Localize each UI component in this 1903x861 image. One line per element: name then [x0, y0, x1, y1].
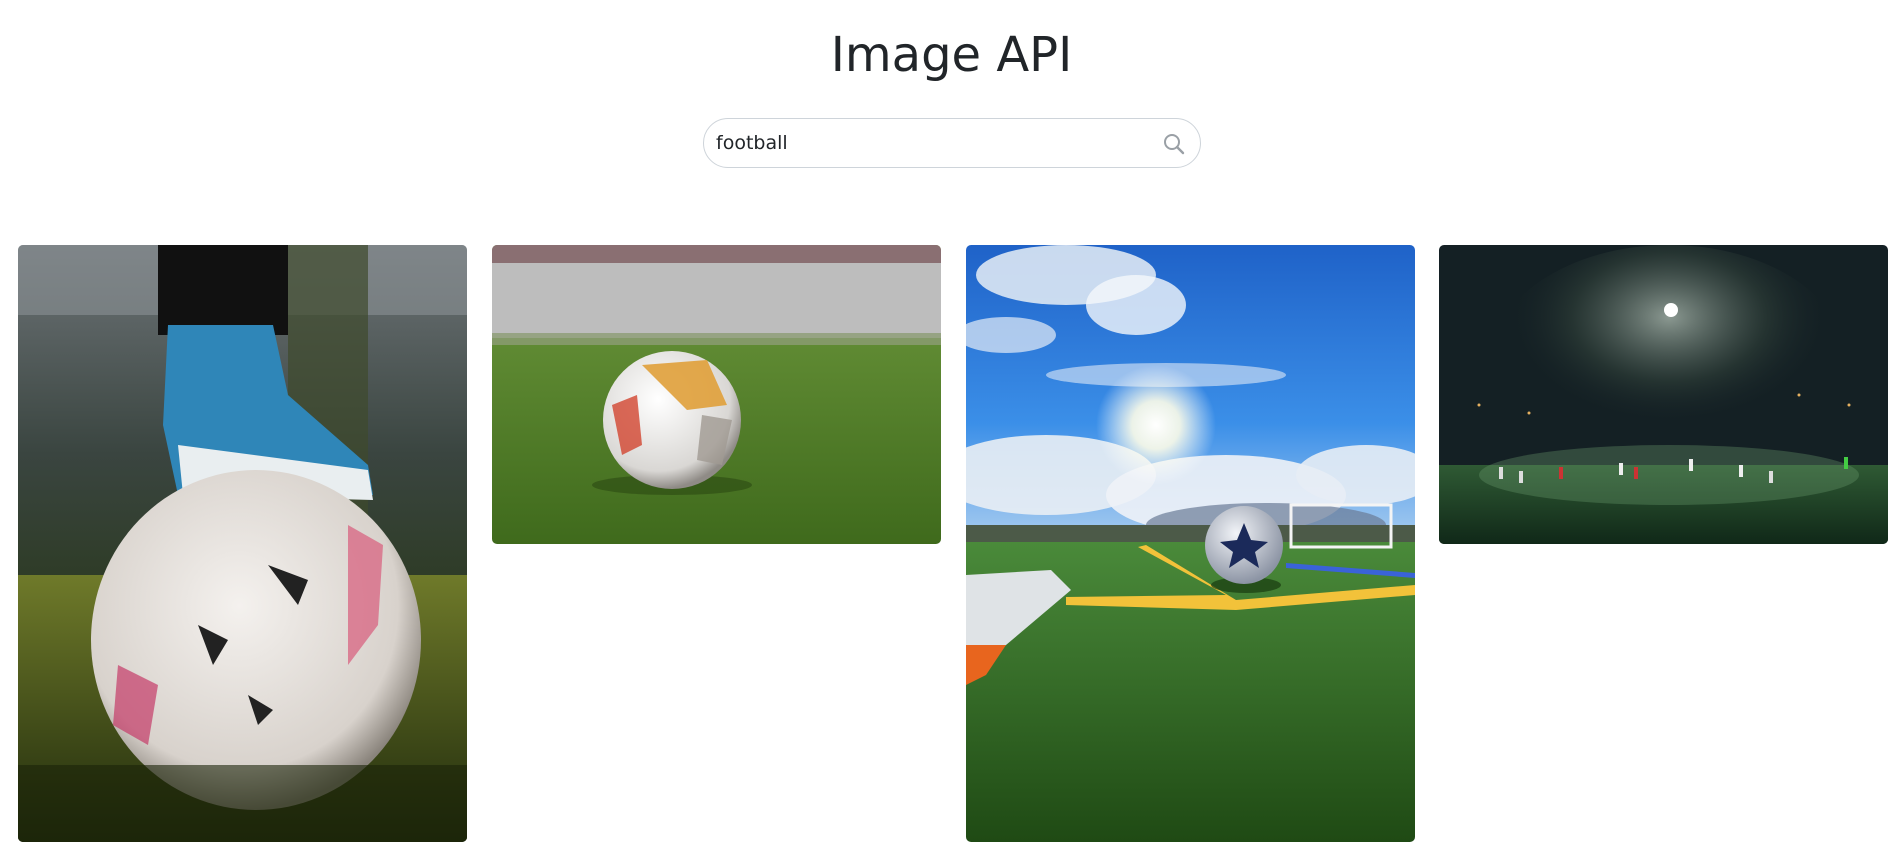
image-card-ball-on-grass[interactable]: [492, 245, 941, 544]
night-match-image: [1439, 245, 1888, 544]
search-icon[interactable]: [1162, 132, 1186, 156]
page-title: Image API: [830, 27, 1073, 83]
ball-on-grass-image: [492, 245, 941, 544]
ball-on-turf-image: [966, 245, 1415, 842]
image-card-night-match-floodlight[interactable]: [1439, 245, 1888, 544]
image-card-ball-on-turf-under-sky[interactable]: [966, 245, 1415, 842]
search-input[interactable]: [716, 129, 1136, 157]
page: Image API: [0, 0, 1903, 861]
search-box[interactable]: [703, 118, 1201, 168]
image-card-cleat-on-ball[interactable]: [18, 245, 467, 842]
cleat-on-ball-image: [18, 245, 467, 842]
